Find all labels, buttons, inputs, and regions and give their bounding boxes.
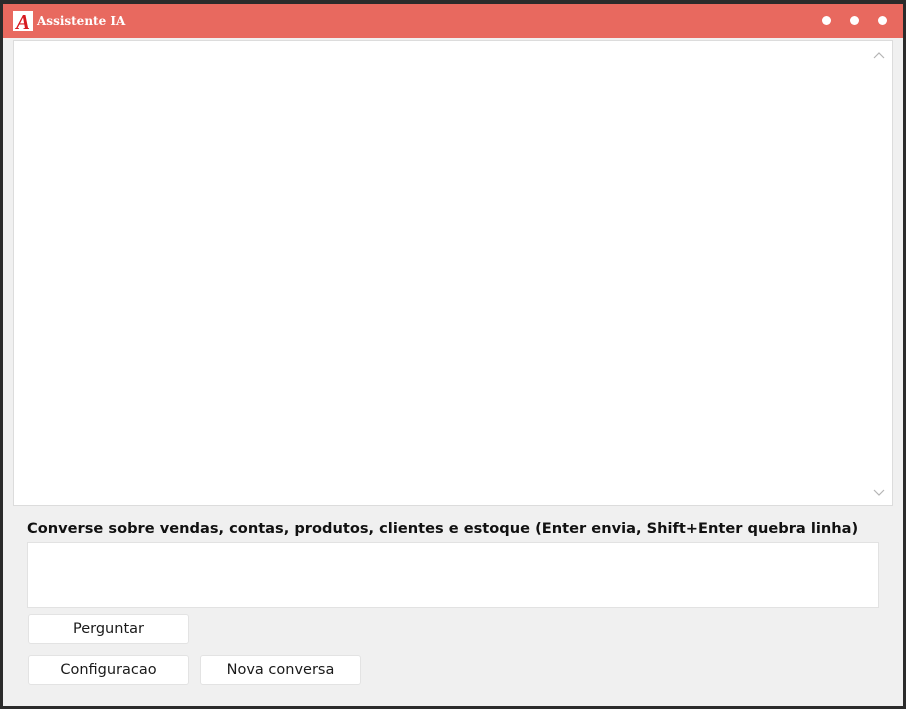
window-control-dot-3[interactable] [878, 16, 887, 25]
assistant-window: A Assistente IA Converse sobre vendas, c… [3, 4, 903, 706]
new-chat-button[interactable]: Nova conversa [200, 655, 361, 685]
question-input[interactable] [27, 542, 879, 608]
chat-history-panel[interactable] [13, 40, 893, 506]
chevron-up-icon[interactable] [872, 49, 886, 63]
window-title: Assistente IA [37, 14, 126, 28]
window-control-dot-1[interactable] [822, 16, 831, 25]
composer-label: Converse sobre vendas, contas, produtos,… [27, 520, 859, 537]
svg-text:A: A [14, 11, 30, 31]
title-bar[interactable]: A Assistente IA [3, 4, 903, 38]
settings-button[interactable]: Configuracao [28, 655, 189, 685]
chevron-down-icon[interactable] [872, 485, 886, 499]
ask-button[interactable]: Perguntar [28, 614, 189, 644]
window-control-dot-2[interactable] [850, 16, 859, 25]
app-logo-icon: A [13, 11, 33, 31]
